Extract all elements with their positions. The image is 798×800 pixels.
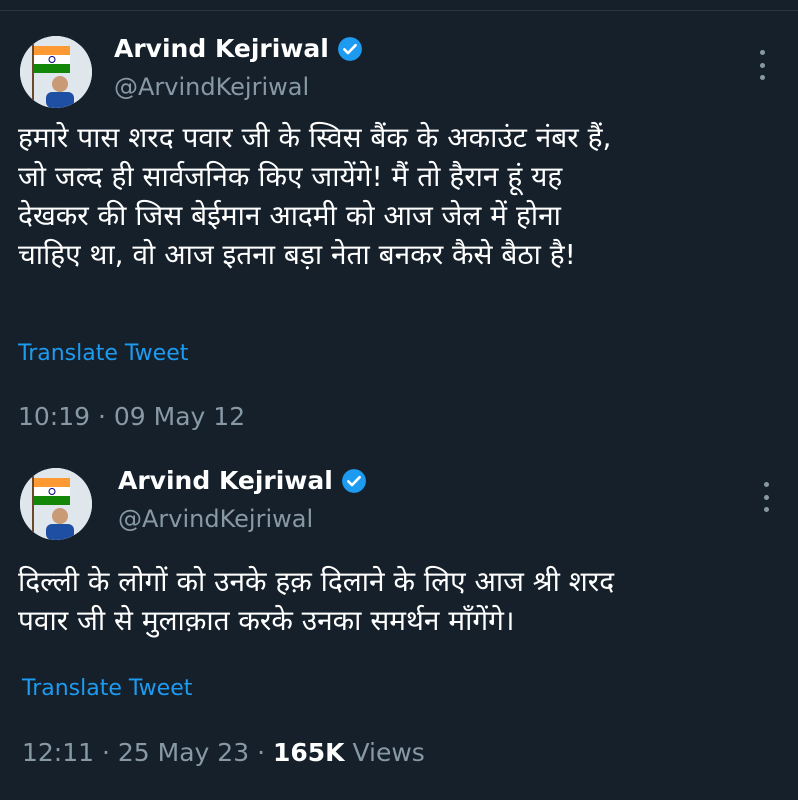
translate-tweet-link[interactable]: Translate Tweet (22, 675, 192, 703)
separator: · (257, 738, 266, 767)
translate-tweet-link[interactable]: Translate Tweet (18, 340, 188, 368)
tweet-card[interactable]: Arvind Kejriwal @ArvindKejriwal हमारे पा… (0, 0, 798, 450)
verified-badge-icon (337, 36, 363, 62)
author-handle[interactable]: @ArvindKejriwal (114, 72, 309, 102)
tweet-text-line: जो जल्द ही सार्वजनिक किए जायेंगे! मैं तो… (18, 160, 563, 193)
author-name-row[interactable]: Arvind Kejriwal (118, 466, 367, 496)
tweet-text-line: दिल्ली के लोगों को उनके हक़ दिलाने के लि… (18, 565, 615, 598)
author-handle[interactable]: @ArvindKejriwal (118, 504, 313, 534)
author-name[interactable]: Arvind Kejriwal (114, 34, 329, 64)
tweet-timestamp[interactable]: 10:19 · 09 May 12 (18, 402, 245, 432)
views-label[interactable]: Views (352, 738, 424, 767)
tweet-date: 09 May 12 (113, 402, 246, 431)
tweet-text-line: हमारे पास शरद पवार जी के स्विस बैंक के अ… (18, 121, 612, 154)
tweet-text-line: देखकर की जिस बेईमान आदमी को आज जेल में ह… (18, 199, 561, 232)
more-options-icon[interactable] (761, 482, 771, 512)
views-count[interactable]: 165K (273, 738, 345, 767)
avatar[interactable] (20, 468, 92, 540)
separator: · (102, 738, 110, 767)
tweet-text-line: चाहिए था, वो आज इतना बड़ा नेता बनकर कैसे… (18, 238, 576, 271)
tweet-timestamp[interactable]: 12:11 · 25 May 23 · 165K Views (22, 738, 425, 768)
tweet-time: 10:19 (18, 402, 91, 431)
tweet-text: हमारे पास शरद पवार जी के स्विस बैंक के अ… (18, 118, 788, 274)
tweet-time: 12:11 (22, 738, 95, 767)
tweet-text-line: पवार जी से मुलाक़ात करके उनका समर्थन माँ… (18, 604, 515, 637)
avatar-image (20, 468, 92, 540)
verified-badge-icon (341, 468, 367, 494)
author-name[interactable]: Arvind Kejriwal (118, 466, 333, 496)
more-options-icon[interactable] (757, 50, 767, 80)
tweet-text: दिल्ली के लोगों को उनके हक़ दिलाने के लि… (18, 562, 788, 640)
avatar-image (20, 36, 92, 108)
separator: · (98, 402, 106, 431)
tweet-date: 25 May 23 (117, 738, 250, 767)
author-name-row[interactable]: Arvind Kejriwal (114, 34, 363, 64)
tweet-card[interactable]: Arvind Kejriwal @ArvindKejriwal दिल्ली क… (0, 450, 798, 800)
avatar[interactable] (20, 36, 92, 108)
